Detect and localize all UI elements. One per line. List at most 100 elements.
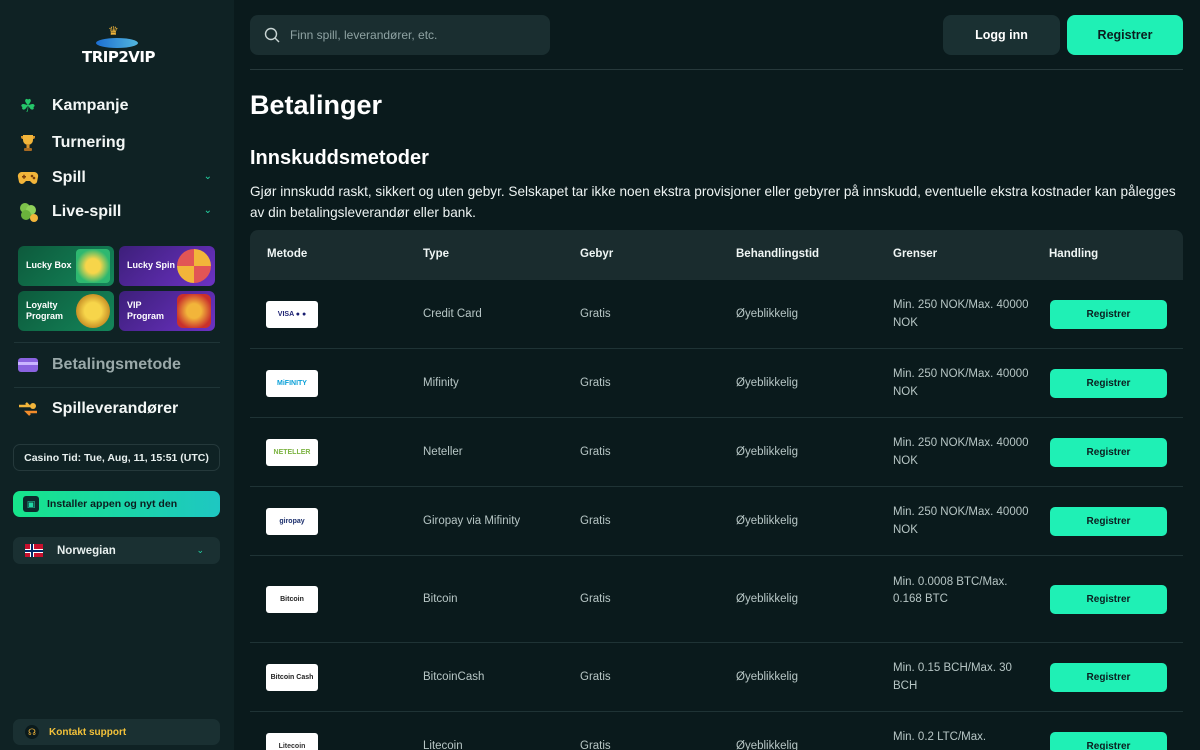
section-description: Gjør innskudd raskt, sikkert og uten geb…: [250, 184, 1176, 220]
divider: [14, 342, 220, 343]
table-row: giropay Giropay via Mifinity Gratis Øyeblik…: [250, 487, 1183, 556]
crown-icon: ♛: [108, 24, 119, 38]
method-limits: Min. 0.2 LTC/Max.: [893, 731, 987, 743]
method-time: Øyeblikkelig: [736, 514, 798, 527]
language-select[interactable]: Norwegian ⌄: [13, 537, 220, 564]
method-logo: MiFINITY: [266, 370, 318, 397]
sidebar-item-label: Turnering: [52, 134, 126, 151]
headset-icon: ☊: [25, 725, 39, 739]
sidebar-item-label: Spilleverandører: [52, 400, 179, 417]
register-row-button[interactable]: Registrer: [1050, 438, 1167, 467]
table-body: VISA ● ● Credit Card Gratis Øyeblikkelig Min…: [250, 280, 1183, 750]
sidebar-item-label: Kampanje: [52, 97, 129, 114]
table-row: NETELLER Neteller Gratis Øyeblikkelig Min. 2…: [250, 418, 1183, 487]
method-time: Øyeblikkelig: [736, 739, 798, 750]
sidebar-item-spill[interactable]: Spill ⌄: [16, 163, 220, 193]
register-row-button[interactable]: Registrer: [1050, 300, 1167, 329]
promo-lucky-spin[interactable]: Lucky Spin: [119, 246, 215, 286]
method-time: Øyeblikkelig: [736, 445, 798, 458]
sidebar-item-kampanje[interactable]: ☘ Kampanje: [16, 91, 220, 121]
method-type: BitcoinCash: [423, 670, 485, 683]
method-fee: Gratis: [580, 670, 611, 683]
coin-icon: [76, 294, 110, 328]
method-type: Bitcoin: [423, 592, 458, 605]
chevron-down-icon[interactable]: ⌄: [204, 171, 212, 182]
register-row-button[interactable]: Registrer: [1050, 369, 1167, 398]
method-fee: Gratis: [580, 592, 611, 605]
page-title: Betalinger: [250, 90, 383, 120]
method-time: Øyeblikkelig: [736, 307, 798, 320]
sidebar-item-betalingsmetode[interactable]: Betalingsmetode: [16, 350, 220, 380]
wheel-icon: [177, 249, 211, 283]
search-bar[interactable]: [250, 15, 550, 55]
method-logo: Bitcoin Cash: [266, 664, 318, 691]
method-fee: Gratis: [580, 514, 611, 527]
method-fee: Gratis: [580, 739, 611, 750]
app-icon: ▣: [23, 496, 39, 512]
column-header: Behandlingstid: [736, 248, 820, 260]
promo-vip-program[interactable]: VIP Program: [119, 291, 215, 331]
method-logo: NETELLER: [266, 439, 318, 466]
method-time: Øyeblikkelig: [736, 592, 798, 605]
support-label: Kontakt support: [49, 726, 127, 738]
promo-label: VIP Program: [127, 300, 165, 321]
sidebar-item-spilleverandorer[interactable]: Spilleverandører: [16, 394, 220, 424]
chevron-down-icon[interactable]: ⌄: [204, 205, 212, 216]
login-button[interactable]: Logg inn: [943, 15, 1060, 55]
sidebar-item-label: Betalingsmetode: [52, 356, 181, 373]
sidebar-item-turnering[interactable]: Turnering: [16, 128, 220, 158]
method-type: Giropay via Mifinity: [423, 514, 521, 527]
contact-support-button[interactable]: ☊ Kontakt support: [13, 719, 220, 745]
method-fee: Gratis: [580, 445, 611, 458]
method-logo: Bitcoin: [266, 586, 318, 613]
logo-swoosh: [96, 38, 138, 48]
site-logo[interactable]: ♛ TRIP2VIP: [82, 24, 155, 68]
method-fee: Gratis: [580, 307, 611, 320]
register-row-button[interactable]: Registrer: [1050, 732, 1167, 750]
payments-table: Metode Type Gebyr Behandlingstid Grenser…: [250, 230, 1183, 750]
logo-text: TRIP2VIP: [82, 48, 155, 66]
divider: [14, 387, 220, 388]
register-row-button[interactable]: Registrer: [1050, 663, 1167, 692]
norway-flag-icon: [25, 544, 43, 557]
table-row: Litecoin Litecoin Gratis Øyeblikkelig Min. 0…: [250, 712, 1183, 750]
gift-icon: [76, 249, 110, 283]
table-row: VISA ● ● Credit Card Gratis Øyeblikkelig Min…: [250, 280, 1183, 349]
register-button[interactable]: Registrer: [1067, 15, 1183, 55]
method-logo: Litecoin: [266, 733, 318, 750]
sidebar-item-live-spill[interactable]: Live-spill ⌄: [16, 197, 220, 227]
table-row: Bitcoin Bitcoin Gratis Øyeblikkelig Min. 0.0…: [250, 556, 1183, 643]
table-row: Bitcoin Cash BitcoinCash Gratis Øyeblikkeli…: [250, 643, 1183, 712]
install-app-button[interactable]: ▣ Installer appen og nyt den: [13, 491, 220, 517]
method-limits: Min. 250 NOK/Max. 40000 NOK: [893, 368, 1029, 398]
method-time: Øyeblikkelig: [736, 376, 798, 389]
method-fee: Gratis: [580, 376, 611, 389]
provider-icon: [16, 397, 40, 421]
sidebar-item-label: Spill: [52, 169, 86, 186]
promo-label: Lucky Box: [26, 260, 72, 270]
method-limits: Min. 0.0008 BTC/Max. 0.168 BTC: [893, 575, 1008, 606]
promo-label: Loyalty Program: [26, 300, 64, 321]
method-type: Neteller: [423, 445, 463, 458]
method-limits: Min. 250 NOK/Max. 40000 NOK: [893, 299, 1029, 329]
method-limits: Min. 250 NOK/Max. 40000 NOK: [893, 437, 1029, 467]
method-type: Credit Card: [423, 307, 482, 320]
sidebar: ♛ TRIP2VIP ☘ Kampanje Turnering Spill ⌄ …: [0, 0, 234, 750]
promo-lucky-box[interactable]: Lucky Box: [18, 246, 114, 286]
register-row-button[interactable]: Registrer: [1050, 585, 1167, 614]
header-divider: [250, 69, 1183, 70]
promo-grid: Lucky Box Lucky Spin Loyalty Program VIP…: [18, 246, 216, 332]
promo-loyalty-program[interactable]: Loyalty Program: [18, 291, 114, 331]
language-label: Norwegian: [57, 544, 116, 557]
table-row: MiFINITY Mifinity Gratis Øyeblikkelig Min. 2…: [250, 349, 1183, 418]
method-limits: Min. 250 NOK/Max. 40000 NOK: [893, 506, 1029, 536]
register-row-button[interactable]: Registrer: [1050, 507, 1167, 536]
chevron-down-icon: ⌄: [196, 545, 204, 555]
method-logo: giropay: [266, 508, 318, 535]
search-input[interactable]: [290, 28, 530, 42]
casino-time: Casino Tid: Tue, Aug, 11, 15:51 (UTC): [13, 444, 220, 471]
method-type: Litecoin: [423, 739, 463, 750]
column-header: Metode: [267, 248, 308, 260]
promo-label: Lucky Spin: [127, 260, 176, 270]
method-time: Øyeblikkelig: [736, 670, 798, 683]
